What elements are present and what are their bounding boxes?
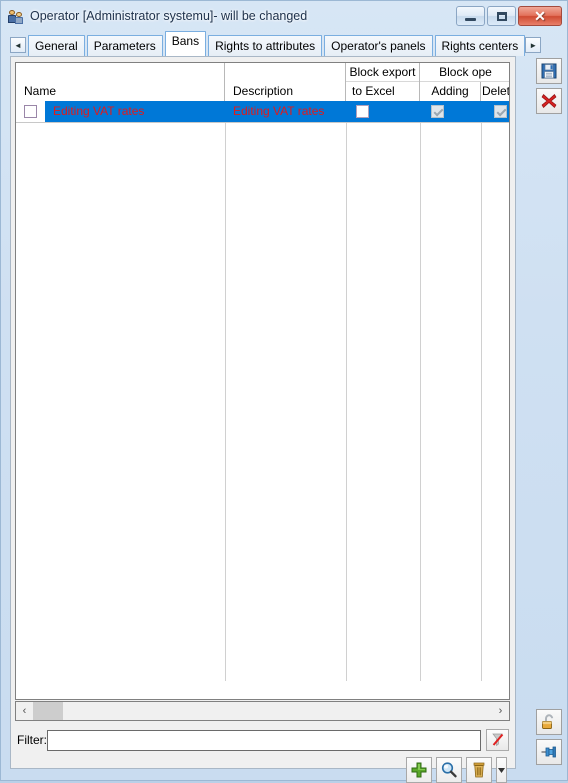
filter-row: Filter: (17, 729, 509, 751)
column-header-block-operations-label: Block ope (420, 63, 509, 82)
maximize-icon (496, 11, 507, 21)
tab-rights-centers[interactable]: Rights centers (434, 35, 526, 56)
filter-label: Filter: (17, 733, 47, 747)
tab-rights-to-attributes[interactable]: Rights to attributes (208, 35, 323, 56)
tab-scroll-right-button[interactable]: ► (525, 37, 542, 53)
maximize-button[interactable] (487, 6, 516, 26)
close-button[interactable]: ✕ (518, 6, 562, 26)
side-buttons-bottom (536, 709, 562, 765)
column-header-name-label: Name (24, 84, 57, 98)
floppy-disk-icon (541, 63, 557, 79)
table-row[interactable]: Editing VAT rates Editing VAT rates (16, 101, 509, 123)
tab-parameters[interactable]: Parameters (86, 35, 163, 56)
operators-icon (8, 8, 24, 24)
save-button[interactable] (536, 58, 562, 84)
cell-description: Editing VAT rates (233, 104, 325, 118)
grid-divider-2 (346, 101, 347, 681)
cell-name: Editing VAT rates (53, 104, 145, 118)
tab-operators-panels[interactable]: Operator's panels (324, 35, 433, 56)
checkbox-checked-disabled-icon (431, 105, 444, 118)
bans-grid: Name Description Block export to Excel B… (15, 62, 510, 700)
column-header-adding-label: Adding (420, 82, 481, 101)
cell-block-export-to-excel-checkbox[interactable] (356, 105, 369, 118)
column-header-block-operations[interactable]: Block ope Adding Delet (420, 63, 510, 101)
plus-icon (411, 762, 427, 778)
pin-button[interactable] (536, 739, 562, 765)
cancel-button[interactable] (536, 88, 562, 114)
more-button[interactable] (496, 757, 507, 783)
unlock-button[interactable] (536, 709, 562, 735)
column-header-deleting-label: Delet (481, 84, 510, 98)
scrollbar-track[interactable] (33, 702, 492, 720)
operator-window: Operator [Administrator systemu]- will b… (0, 0, 568, 783)
grid-divider-1 (225, 101, 226, 681)
grid-divider-3 (420, 101, 421, 681)
tab-bans[interactable]: Bans (164, 31, 207, 56)
tab-scroll-left-button[interactable]: ◄ (10, 37, 26, 53)
clear-filter-icon (491, 733, 503, 747)
trash-icon (473, 762, 485, 778)
grid-header-row: Name Description Block export to Excel B… (16, 63, 509, 101)
filter-input[interactable] (47, 729, 481, 751)
minimize-button[interactable] (456, 6, 485, 26)
checkbox-checked-disabled-icon (494, 105, 507, 118)
scroll-left-icon[interactable]: ‹ (16, 702, 33, 720)
tab-strip: ◄ General Parameters Bans Rights to attr… (10, 31, 542, 56)
column-header-description-label: Description (233, 84, 294, 98)
scroll-right-icon[interactable]: › (492, 702, 509, 720)
window-controls: ✕ (456, 6, 562, 26)
cell-block-adding-checkbox[interactable] (431, 105, 444, 118)
close-icon: ✕ (534, 8, 546, 24)
cell-block-deleting-checkbox[interactable] (494, 105, 507, 118)
grid-divider-4 (481, 101, 482, 681)
pin-icon (541, 746, 556, 758)
clear-filter-button[interactable] (486, 729, 509, 751)
add-button[interactable] (406, 757, 432, 783)
column-header-description[interactable]: Description (225, 63, 346, 101)
grid-horizontal-scrollbar[interactable]: ‹ › (15, 701, 510, 721)
minimize-icon (465, 17, 476, 21)
scrollbar-thumb[interactable] (33, 702, 63, 720)
row-select-checkbox[interactable] (24, 105, 37, 118)
red-x-icon (541, 94, 557, 108)
delete-button[interactable] (466, 757, 492, 783)
column-header-block-export-label: Block export (346, 63, 419, 82)
tab-general[interactable]: General (28, 35, 85, 56)
bans-panel: Name Description Block export to Excel B… (10, 56, 516, 783)
column-header-to-excel-label: to Excel (352, 84, 395, 98)
window-title: Operator [Administrator systemu]- will b… (30, 9, 308, 23)
grid-body: Editing VAT rates Editing VAT rates (16, 101, 509, 681)
column-header-block-export[interactable]: Block export to Excel (346, 63, 420, 101)
column-header-name[interactable]: Name (16, 63, 225, 101)
grid-action-buttons (406, 757, 507, 783)
side-buttons-top (536, 58, 562, 114)
open-padlock-icon (542, 714, 554, 729)
chevron-down-icon (498, 767, 505, 773)
search-button[interactable] (436, 757, 462, 783)
magnifier-icon (441, 762, 457, 778)
checkbox-unchecked-icon (356, 105, 369, 118)
